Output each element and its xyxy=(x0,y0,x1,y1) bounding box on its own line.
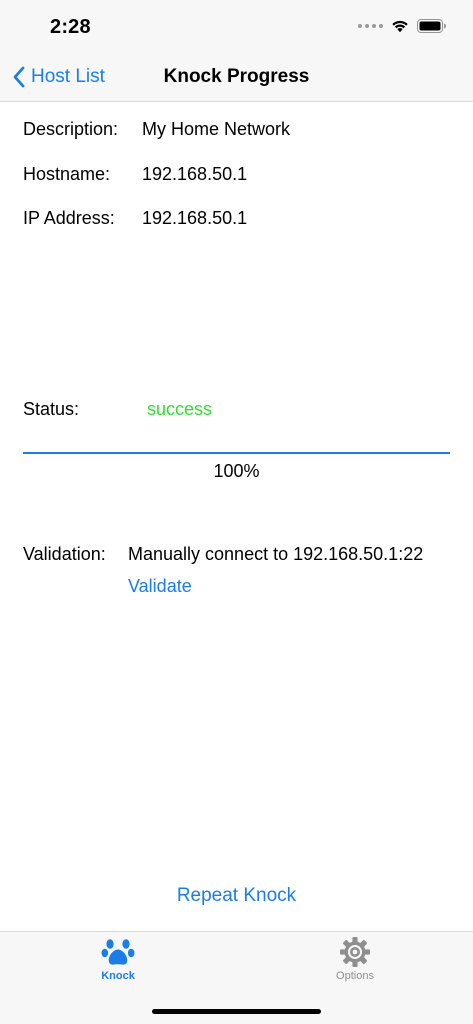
wifi-icon xyxy=(392,20,408,33)
navigation-bar: Host List Knock Progress xyxy=(0,54,473,102)
status-label: Status: xyxy=(23,399,80,419)
home-indicator xyxy=(152,1009,321,1014)
description-value: My Home Network xyxy=(142,119,291,139)
paw-icon xyxy=(101,939,135,965)
status-icons xyxy=(358,18,447,34)
battery-icon xyxy=(417,19,446,33)
ip-address-label: IP Address: xyxy=(23,208,115,228)
tab-knock-label: Knock xyxy=(101,970,135,982)
ip-address-value: 192.168.50.1 xyxy=(142,208,248,228)
status-value: success xyxy=(147,399,213,419)
progress-bar-fill xyxy=(23,452,450,454)
hostname-label: Hostname: xyxy=(23,164,111,184)
tab-knock[interactable]: Knock xyxy=(58,936,178,982)
status-bar: 2:28 xyxy=(0,0,473,54)
validate-link[interactable]: Validate xyxy=(128,576,192,597)
status-time: 2:28 xyxy=(50,16,91,38)
validation-value: Manually connect to 192.168.50.1:22 xyxy=(128,544,424,564)
repeat-knock-button[interactable]: Repeat Knock xyxy=(0,885,473,907)
gear-icon xyxy=(340,937,370,967)
cellular-signal-icon xyxy=(358,24,383,28)
tab-options-label: Options xyxy=(336,970,374,982)
page-title: Knock Progress xyxy=(163,66,310,87)
progress-percent-text: 100% xyxy=(213,461,260,481)
progress-bar xyxy=(23,452,450,454)
validation-label: Validation: xyxy=(23,544,106,564)
hostname-value: 192.168.50.1 xyxy=(142,164,248,184)
description-label: Description: xyxy=(23,119,119,139)
screen: 2:28 Host List Knock Progress Descriptio… xyxy=(0,0,473,1024)
tab-options[interactable]: Options xyxy=(295,936,415,982)
